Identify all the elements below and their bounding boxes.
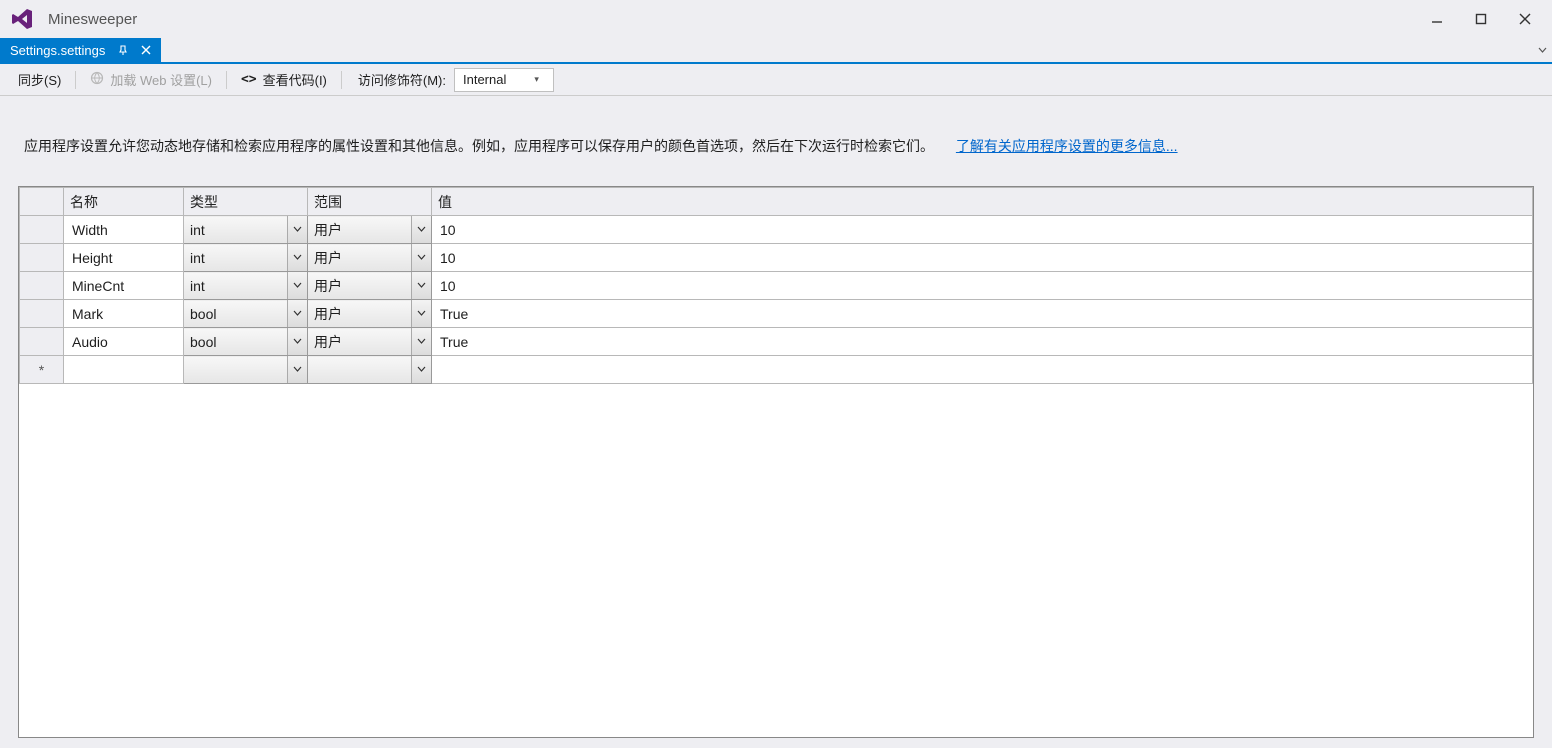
type-cell[interactable]: bool	[184, 328, 308, 356]
document-tab-bar: Settings.settings	[0, 38, 1552, 64]
name-cell[interactable]: Width	[64, 216, 184, 244]
chevron-down-icon[interactable]	[287, 300, 307, 327]
scope-cell[interactable]: 用户	[308, 328, 432, 356]
scope-value: 用户	[308, 217, 411, 243]
chevron-down-icon[interactable]	[287, 216, 307, 243]
col-header-scope[interactable]: 范围	[308, 188, 432, 216]
type-value	[184, 367, 287, 373]
value-cell[interactable]: True	[432, 300, 1533, 328]
row-header[interactable]	[20, 244, 64, 272]
chevron-down-icon[interactable]	[411, 244, 431, 271]
type-cell[interactable]: int	[184, 216, 308, 244]
close-button[interactable]	[1512, 8, 1538, 30]
name-cell[interactable]: MineCnt	[64, 272, 184, 300]
separator	[341, 71, 342, 89]
table-row: Heightint 用户 10	[20, 244, 1533, 272]
chevron-down-icon[interactable]	[287, 356, 307, 383]
window-controls	[1424, 8, 1544, 30]
web-icon	[90, 71, 104, 88]
title-bar: Minesweeper	[0, 0, 1552, 38]
tab-label: Settings.settings	[10, 43, 105, 58]
chevron-down-icon[interactable]	[287, 244, 307, 271]
close-icon[interactable]	[139, 43, 153, 57]
name-cell[interactable]: Mark	[64, 300, 184, 328]
row-header[interactable]	[20, 272, 64, 300]
name-cell[interactable]: Audio	[64, 328, 184, 356]
type-cell[interactable]: bool	[184, 300, 308, 328]
table-row: Markbool 用户 True	[20, 300, 1533, 328]
tab-overflow-button[interactable]	[1532, 38, 1552, 62]
tab-settings[interactable]: Settings.settings	[0, 38, 161, 62]
separator	[75, 71, 76, 89]
value-cell[interactable]: 10	[432, 244, 1533, 272]
scope-cell[interactable]: 用户	[308, 244, 432, 272]
access-modifier-label: 访问修饰符(M):	[348, 66, 452, 93]
table-row: Widthint 用户 10	[20, 216, 1533, 244]
type-cell[interactable]: int	[184, 244, 308, 272]
table-row: Audiobool 用户 True	[20, 328, 1533, 356]
scope-value: 用户	[308, 329, 411, 355]
description-text: 应用程序设置允许您动态地存储和检索应用程序的属性设置和其他信息。例如，应用程序可…	[24, 138, 934, 154]
new-row: *	[20, 356, 1533, 384]
settings-grid: 名称 类型 范围 值 Widthint用户10Heightint用户10Mine…	[18, 186, 1534, 738]
minimize-button[interactable]	[1424, 8, 1450, 30]
new-row-marker[interactable]: *	[20, 356, 64, 384]
chevron-down-icon[interactable]	[287, 272, 307, 299]
pin-icon[interactable]	[115, 43, 129, 57]
scope-value: 用户	[308, 301, 411, 327]
row-header[interactable]	[20, 328, 64, 356]
settings-toolbar: 同步(S) 加载 Web 设置(L) <> 查看代码(I) 访问修饰符(M): …	[0, 64, 1552, 96]
value-cell[interactable]	[432, 356, 1533, 384]
type-value: int	[184, 219, 287, 241]
col-header-value[interactable]: 值	[432, 188, 1533, 216]
load-web-settings-button: 加载 Web 设置(L)	[82, 66, 220, 93]
maximize-button[interactable]	[1468, 8, 1494, 30]
type-cell[interactable]	[184, 356, 308, 384]
code-icon: <>	[241, 72, 257, 87]
type-value: int	[184, 247, 287, 269]
window-title: Minesweeper	[48, 11, 137, 28]
scope-cell[interactable]: 用户	[308, 216, 432, 244]
scope-cell[interactable]	[308, 356, 432, 384]
scope-value	[308, 367, 411, 373]
access-modifier-value: Internal	[463, 72, 506, 87]
type-value: int	[184, 275, 287, 297]
value-cell[interactable]: True	[432, 328, 1533, 356]
name-cell[interactable]: Height	[64, 244, 184, 272]
scope-value: 用户	[308, 273, 411, 299]
value-cell[interactable]: 10	[432, 272, 1533, 300]
table-row: MineCntint 用户 10	[20, 272, 1533, 300]
row-header[interactable]	[20, 300, 64, 328]
type-value: bool	[184, 331, 287, 353]
vs-logo-icon	[8, 5, 36, 33]
col-header-name[interactable]: 名称	[64, 188, 184, 216]
chevron-down-icon[interactable]	[411, 356, 431, 383]
view-code-button[interactable]: <> 查看代码(I)	[233, 66, 335, 93]
chevron-down-icon[interactable]	[287, 328, 307, 355]
scope-cell[interactable]: 用户	[308, 272, 432, 300]
value-cell[interactable]: 10	[432, 216, 1533, 244]
separator	[226, 71, 227, 89]
scope-cell[interactable]: 用户	[308, 300, 432, 328]
chevron-down-icon[interactable]	[411, 272, 431, 299]
content-area: 应用程序设置允许您动态地存储和检索应用程序的属性设置和其他信息。例如，应用程序可…	[0, 96, 1552, 748]
grid-corner	[20, 188, 64, 216]
description-row: 应用程序设置允许您动态地存储和检索应用程序的属性设置和其他信息。例如，应用程序可…	[24, 136, 1528, 156]
access-modifier-select[interactable]: Internal ▾	[454, 68, 554, 92]
col-header-type[interactable]: 类型	[184, 188, 308, 216]
sync-button[interactable]: 同步(S)	[10, 66, 69, 93]
type-cell[interactable]: int	[184, 272, 308, 300]
scope-value: 用户	[308, 245, 411, 271]
chevron-down-icon: ▾	[534, 74, 539, 85]
type-value: bool	[184, 303, 287, 325]
row-header[interactable]	[20, 216, 64, 244]
chevron-down-icon[interactable]	[411, 328, 431, 355]
name-cell[interactable]	[64, 356, 184, 384]
chevron-down-icon[interactable]	[411, 300, 431, 327]
chevron-down-icon[interactable]	[411, 216, 431, 243]
learn-more-link[interactable]: 了解有关应用程序设置的更多信息...	[956, 138, 1178, 154]
grid-header-row: 名称 类型 范围 值	[20, 188, 1533, 216]
